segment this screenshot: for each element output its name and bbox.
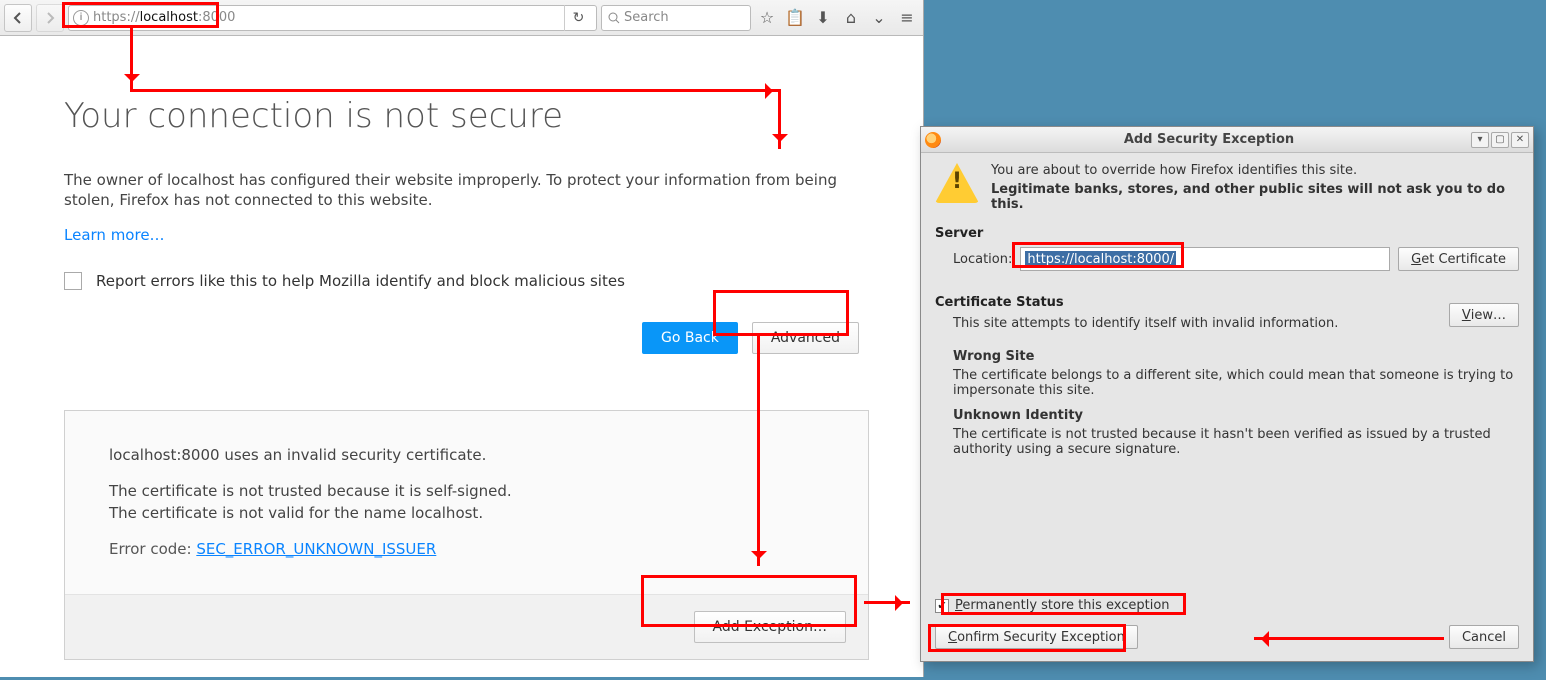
page-title: Your connection is not secure	[64, 96, 869, 136]
downloads-icon[interactable]: ⬇	[811, 6, 835, 30]
warning-line1: You are about to override how Firefox id…	[991, 163, 1357, 178]
get-certificate-button[interactable]: Get Certificate	[1398, 247, 1519, 271]
url-text: https://localhost:8000	[93, 10, 235, 25]
warning-icon	[935, 163, 979, 203]
cert-error-line2: The certificate is not trusted because i…	[109, 481, 824, 501]
maximize-icon[interactable]: ▢	[1491, 132, 1509, 148]
cert-error-line1: localhost:8000 uses an invalid security …	[109, 445, 824, 465]
report-errors-row: Report errors like this to help Mozilla …	[64, 272, 869, 290]
cert-status-header: Certificate Status	[935, 295, 1449, 310]
bookmark-star-icon[interactable]: ☆	[755, 6, 779, 30]
error-code-row: Error code: SEC_ERROR_UNKNOWN_ISSUER	[109, 539, 824, 559]
menu-icon[interactable]: ≡	[895, 6, 919, 30]
firefox-window: i https://localhost:8000 ↻ Search ☆ 📋 ⬇ …	[0, 0, 924, 677]
forward-button[interactable]	[36, 4, 64, 32]
report-errors-label: Report errors like this to help Mozilla …	[96, 272, 625, 290]
wrong-site-header: Wrong Site	[953, 349, 1519, 364]
location-row: Location: https://localhost:8000/ Get Ce…	[935, 247, 1519, 271]
server-header: Server	[935, 226, 1519, 241]
minimize-icon[interactable]: ▾	[1471, 132, 1489, 148]
home-icon[interactable]: ⌂	[839, 6, 863, 30]
dialog-titlebar[interactable]: Add Security Exception ▾ ▢ ✕	[921, 127, 1533, 153]
go-back-button[interactable]: Go Back	[642, 322, 738, 354]
add-exception-button[interactable]: Add Exception…	[694, 611, 846, 643]
reload-button[interactable]: ↻	[564, 5, 592, 31]
warning-line2: Legitimate banks, stores, and other publ…	[991, 182, 1519, 212]
pocket-icon[interactable]: ⌄	[867, 6, 891, 30]
search-icon	[608, 12, 620, 24]
dialog-title: Add Security Exception	[949, 132, 1469, 147]
permanent-store-row: ✔ Permanently store this exception	[935, 598, 1519, 613]
clipboard-icon[interactable]: 📋	[783, 6, 807, 30]
back-button[interactable]	[4, 4, 32, 32]
unknown-identity-header: Unknown Identity	[953, 408, 1519, 423]
advanced-panel: localhost:8000 uses an invalid security …	[64, 410, 869, 660]
close-icon[interactable]: ✕	[1511, 132, 1529, 148]
permanent-store-label: Permanently store this exception	[955, 598, 1170, 613]
dialog-body: You are about to override how Firefox id…	[921, 153, 1533, 457]
error-code-link[interactable]: SEC_ERROR_UNKNOWN_ISSUER	[196, 540, 436, 558]
cert-status-line: This site attempts to identify itself wi…	[953, 316, 1449, 331]
unknown-identity-line: The certificate is not trusted because i…	[953, 427, 1519, 457]
location-value: https://localhost:8000/	[1025, 251, 1176, 268]
report-errors-checkbox[interactable]	[64, 272, 82, 290]
advanced-button[interactable]: Advanced	[752, 322, 859, 354]
cancel-button[interactable]: Cancel	[1449, 625, 1519, 649]
confirm-exception-button[interactable]: Confirm Security Exception	[935, 625, 1138, 649]
wrong-site-line: The certificate belongs to a different s…	[953, 368, 1519, 398]
location-input[interactable]: https://localhost:8000/	[1020, 247, 1390, 271]
permanent-store-checkbox[interactable]: ✔	[935, 599, 949, 613]
cert-error-line3: The certificate is not valid for the nam…	[109, 503, 824, 523]
dialog-footer: ✔ Permanently store this exception Confi…	[921, 588, 1533, 661]
location-label: Location:	[953, 252, 1012, 267]
url-bar[interactable]: i https://localhost:8000 ↻	[68, 5, 597, 31]
error-description: The owner of localhost has configured th…	[64, 170, 869, 211]
warning-text: You are about to override how Firefox id…	[991, 163, 1519, 212]
search-bar[interactable]: Search	[601, 5, 751, 31]
view-cert-button[interactable]: View…	[1449, 303, 1519, 327]
identity-icon[interactable]: i	[73, 10, 89, 26]
learn-more-link[interactable]: Learn more…	[64, 226, 165, 244]
firefox-icon	[925, 132, 941, 148]
error-page: Your connection is not secure The owner …	[0, 36, 923, 680]
security-exception-dialog: Add Security Exception ▾ ▢ ✕ You are abo…	[920, 126, 1534, 662]
main-button-row: Go Back Advanced	[64, 322, 859, 354]
search-placeholder: Search	[624, 10, 669, 25]
browser-toolbar: i https://localhost:8000 ↻ Search ☆ 📋 ⬇ …	[0, 0, 923, 36]
